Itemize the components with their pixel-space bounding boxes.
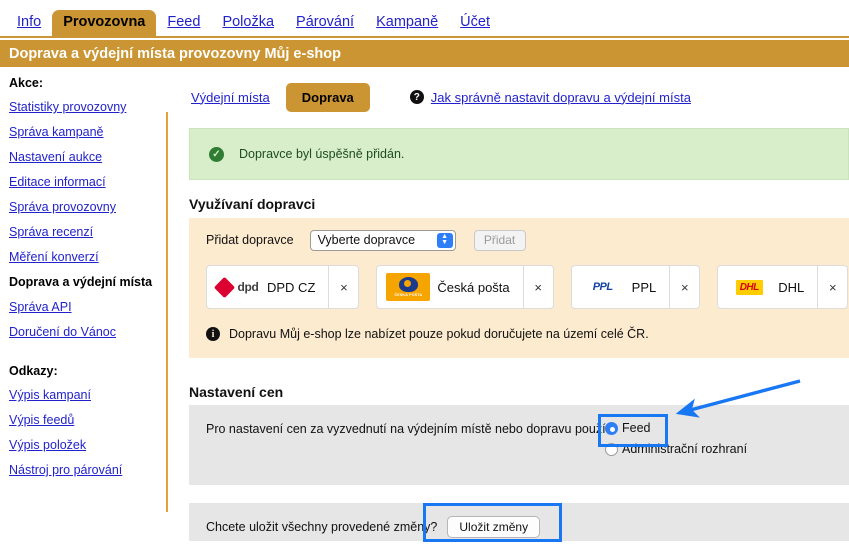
sidebar-item-doprava-a-vydejni-mista-current: Doprava a výdejní místa (9, 275, 153, 289)
price-panel (189, 405, 849, 485)
remove-carrier-ppl-icon[interactable]: × (669, 266, 699, 308)
sidebar-item-sprava-kampane[interactable]: Správa kampaně (9, 125, 166, 139)
nav-tab-info[interactable]: Info (6, 10, 52, 36)
carriers-section-title: Využívaní dopravci (189, 196, 316, 212)
success-banner-text: Dopravce byl úspěšně přidán. (239, 147, 405, 161)
carrier-chip-list: dpd DPD CZ × ČESKÁ POŠTA Česká pošta × P… (206, 265, 849, 309)
subtab-doprava[interactable]: Doprava (285, 82, 370, 112)
sidebar-link-vypis-kampani[interactable]: Výpis kampaní (9, 388, 166, 402)
nav-tab-parovani[interactable]: Párování (285, 10, 365, 36)
success-banner: ✓ Dopravce byl úspěšně přidán. (189, 128, 849, 180)
carrier-select[interactable]: Vyberte dopravce ▲ ▼ (309, 229, 456, 251)
sidebar-link-nastroj-pro-parovani[interactable]: Nástroj pro párování (9, 463, 166, 477)
price-question-label: Pro nastavení cen za vyzvednutí na výdej… (206, 422, 613, 436)
remove-carrier-ceska-posta-icon[interactable]: × (522, 266, 553, 308)
radio-administracni-rozhrani[interactable] (605, 442, 618, 456)
nav-tab-polozka[interactable]: Položka (211, 10, 285, 36)
nav-tab-provozovna[interactable]: Provozovna (52, 10, 157, 36)
price-option-admin-label: Administrační rozhraní (622, 442, 748, 456)
subtab-vydejni-mista[interactable]: Výdejní místa (189, 87, 272, 108)
info-icon: i (206, 327, 220, 341)
check-circle-icon: ✓ (209, 146, 224, 162)
dpd-logo-text: dpd (237, 280, 259, 294)
remove-carrier-dpd-icon[interactable]: × (328, 266, 358, 308)
sidebar-heading-links: Odkazy: (9, 364, 58, 378)
sidebar-item-nastaveni-aukce[interactable]: Nastavení aukce (9, 150, 166, 164)
carrier-chip-ppl: PPL PPL × (570, 265, 701, 309)
carrier-name-ceska-posta: Česká pošta (437, 279, 510, 295)
dhl-logo-text: DHL (735, 279, 763, 295)
ceska-posta-logo-text: ČESKÁ POŠTA (394, 293, 423, 297)
save-question-label: Chcete uložit všechny provedené změny? (206, 520, 438, 534)
dpd-logo-icon: dpd (214, 276, 261, 298)
dhl-logo-icon: DHL (726, 279, 772, 295)
price-radio-group: Feed Administrační rozhraní (605, 421, 747, 463)
add-carrier-button[interactable]: Přidat (473, 229, 526, 251)
help-link[interactable]: Jak správně nastavit dopravu a výdejní m… (431, 90, 691, 105)
sidebar: Akce: Statistiky provozovny Správa kampa… (0, 76, 166, 555)
nav-tab-kampane[interactable]: Kampaně (365, 10, 449, 36)
help-block: ? Jak správně nastavit dopravu a výdejní… (409, 90, 691, 105)
carrier-chip-dhl: DHL DHL × (717, 265, 849, 309)
carrier-chip-dpd: dpd DPD CZ × (206, 265, 360, 309)
carrier-name-ppl: PPL (631, 279, 657, 295)
price-section-title: Nastavení cen (189, 384, 284, 400)
remove-carrier-dhl-icon[interactable]: × (817, 266, 847, 308)
sub-navigation: Výdejní místa Doprava ? Jak správně nast… (189, 76, 849, 118)
add-carrier-row: Přidat dopravce Vyberte dopravce ▲ ▼ Přid… (189, 218, 849, 262)
carrier-select-value: Vyberte dopravce (317, 233, 416, 247)
price-option-feed-label: Feed (622, 421, 651, 435)
save-changes-button[interactable]: Uložit změny (447, 516, 541, 538)
ppl-logo-icon: PPL (580, 281, 626, 293)
carriers-info-note-text: Dopravu Můj e-shop lze nabízet pouze pok… (229, 327, 649, 341)
add-carrier-row-wrap: Přidat dopravce Vyberte dopravce ▲ ▼ Přid… (189, 218, 849, 262)
sidebar-heading-actions: Akce: (9, 76, 44, 90)
sidebar-link-vypis-polozek[interactable]: Výpis položek (9, 438, 166, 452)
sidebar-item-statistiky-provozovny[interactable]: Statistiky provozovny (9, 100, 166, 114)
sidebar-item-sprava-api[interactable]: Správa API (9, 300, 166, 314)
ceska-posta-logo-icon: ČESKÁ POŠTA (385, 273, 431, 301)
carrier-name-dhl: DHL (778, 279, 805, 295)
ppl-logo-text: PPL (592, 281, 613, 293)
price-option-admin[interactable]: Administrační rozhraní (605, 442, 747, 456)
save-row: Chcete uložit všechny provedené změny? U… (206, 516, 541, 538)
content-area: Výdejní místa Doprava ? Jak správně nast… (189, 76, 849, 118)
radio-feed[interactable] (605, 421, 618, 435)
sidebar-divider (166, 112, 168, 512)
nav-tab-feed[interactable]: Feed (156, 10, 211, 36)
sidebar-item-sprava-recenzi[interactable]: Správa recenzí (9, 225, 166, 239)
sidebar-item-mereni-konverzi[interactable]: Měření konverzí (9, 250, 166, 264)
main-navigation: Info Provozovna Feed Položka Párování Ka… (0, 0, 849, 38)
chevron-updown-icon: ▲ ▼ (436, 232, 453, 248)
nav-tab-ucet[interactable]: Účet (449, 10, 501, 36)
sidebar-item-sprava-provozovny[interactable]: Správa provozovny (9, 200, 166, 214)
page-title: Doprava a výdejní místa provozovny Můj e… (0, 40, 849, 67)
page-root: Info Provozovna Feed Položka Párování Ka… (0, 0, 849, 555)
sidebar-item-editace-informaci[interactable]: Editace informací (9, 175, 166, 189)
sidebar-item-doruceni-do-vanoc[interactable]: Doručení do Vánoc (9, 325, 166, 339)
sidebar-link-vypis-feedu[interactable]: Výpis feedů (9, 413, 166, 427)
add-carrier-label: Přidat dopravce (206, 233, 294, 247)
price-option-feed[interactable]: Feed (605, 421, 747, 435)
question-mark-icon: ? (409, 90, 424, 104)
carriers-info-note: i Dopravu Můj e-shop lze nabízet pouze p… (206, 327, 649, 341)
carrier-chip-ceska-posta: ČESKÁ POŠTA Česká pošta × (376, 265, 554, 309)
carrier-name-dpd: DPD CZ (267, 279, 316, 295)
